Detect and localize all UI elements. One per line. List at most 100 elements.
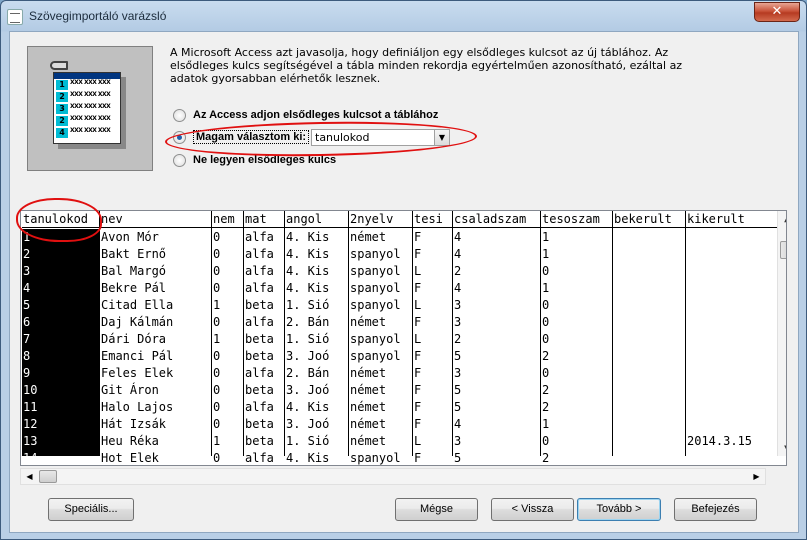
cancel-button[interactable]: Mégse <box>395 498 478 521</box>
grid-cell: 2 <box>23 247 31 261</box>
illustration-row-text: XXX XXX XXX <box>70 115 111 122</box>
grid-cell: L <box>414 332 422 346</box>
horizontal-scrollbar[interactable]: ◀ ▶ <box>20 468 766 485</box>
vertical-scroll-thumb[interactable] <box>780 241 786 259</box>
grid-cell: 5 <box>23 298 31 312</box>
grid-cell: F <box>414 230 422 244</box>
grid-cell: német <box>350 230 387 244</box>
scroll-right-icon[interactable]: ▶ <box>748 469 765 484</box>
grid-cell: Feles Elek <box>101 366 174 380</box>
primary-key-illustration: 1 XXX XXX XXX 2 XXX XXX XXX 3 XXX XXX XXX 2 XXX… <box>27 46 153 171</box>
illustration-row-text: XXX XXX XXX <box>70 91 111 98</box>
grid-cell <box>686 229 777 246</box>
grid-cell: 0 <box>542 298 550 312</box>
grid-cell: 0 <box>542 315 550 329</box>
grid-cell: 1 <box>542 417 550 431</box>
radio-no-pk[interactable] <box>173 153 186 167</box>
grid-cell: L <box>414 298 422 312</box>
grid-cell <box>686 246 777 263</box>
grid-cell: német <box>350 315 387 329</box>
column-header-tesi[interactable]: tesi <box>413 211 453 228</box>
column-header-nem[interactable]: nem <box>212 211 244 228</box>
column-header-tesoszam[interactable]: tesoszam <box>541 211 613 228</box>
grid-cell: 2 <box>542 400 550 414</box>
column-header-2nyelv[interactable]: 2nyelv <box>349 211 413 228</box>
grid-cell <box>686 399 777 416</box>
wizard-body: 1 XXX XXX XXX 2 XXX XXX XXX 3 XXX XXX XXX 2 XXX… <box>9 31 799 533</box>
annotation-ellipse-column <box>16 198 102 242</box>
grid-cell: 3. Joó <box>286 417 330 431</box>
grid-cell: Bal Margó <box>101 264 167 278</box>
data-preview-grid[interactable]: ▲ ▼ tanulokodnevnemmatangol2nyelvtesicsa… <box>20 210 787 466</box>
grid-cell: Emanci Pál <box>101 349 174 363</box>
illustration-row: 1 XXX XXX XXX <box>54 79 120 91</box>
grid-cell: F <box>414 247 422 261</box>
finish-button[interactable]: Befejezés <box>674 498 757 521</box>
grid-cell: 2014.3.15 <box>687 434 753 448</box>
grid-cell: 9 <box>23 366 31 380</box>
app-icon <box>7 9 23 25</box>
grid-cell: Bakt Ernő <box>101 247 167 261</box>
column-header-bekerult[interactable]: bekerult <box>613 211 686 228</box>
grid-cell: 4. Kis <box>286 230 330 244</box>
horizontal-scroll-thumb[interactable] <box>39 470 57 483</box>
grid-cell <box>613 331 686 348</box>
scroll-left-icon[interactable]: ◀ <box>21 469 38 484</box>
grid-cell: 3 <box>454 298 462 312</box>
grid-cell: F <box>414 400 422 414</box>
grid-cell: német <box>350 434 387 448</box>
grid-cell: 2. Bán <box>286 315 330 329</box>
grid-cell <box>613 263 686 280</box>
grid-cell <box>613 314 686 331</box>
column-header-csaladszam[interactable]: csaladszam <box>453 211 541 228</box>
illustration-row-text: XXX XXX XXX <box>70 103 111 110</box>
scroll-up-icon[interactable]: ▲ <box>778 211 786 228</box>
grid-cell: 1 <box>542 230 550 244</box>
grid-cell: 1 <box>213 332 221 346</box>
grid-cell: 2 <box>542 383 550 397</box>
grid-cell: F <box>414 349 422 363</box>
illustration-row: 2 XXX XXX XXX <box>54 91 120 103</box>
grid-cell: Daj Kálmán <box>101 315 174 329</box>
vertical-scrollbar[interactable]: ▲ ▼ <box>777 211 786 456</box>
grid-cell: 4 <box>23 281 31 295</box>
grid-cell: F <box>414 315 422 329</box>
close-button[interactable]: ✕ <box>754 2 800 22</box>
grid-cell: 4 <box>454 281 462 295</box>
column-header-kikerult[interactable]: kikerult <box>686 211 777 228</box>
grid-cell: 0 <box>542 332 550 346</box>
grid-cell: 12 <box>23 417 38 431</box>
grid-cell: 0 <box>542 264 550 278</box>
grid-cell <box>613 416 686 433</box>
grid-cell: 2 <box>454 264 462 278</box>
illustration-row-number: 2 <box>56 92 68 102</box>
grid-cell: Git Áron <box>101 383 159 397</box>
column-header-nev[interactable]: nev <box>100 211 212 228</box>
grid-cell <box>613 348 686 365</box>
grid-cell: 0 <box>213 230 221 244</box>
grid-cell: 3 <box>454 315 462 329</box>
illustration-row-number: 1 <box>56 80 68 90</box>
grid-cell: alfa <box>245 247 274 261</box>
grid-cell: beta <box>245 349 274 363</box>
grid-cell: spanyol <box>350 281 401 295</box>
back-button[interactable]: < Vissza <box>491 498 574 521</box>
grid-cell: L <box>414 434 422 448</box>
annotation-ellipse-option <box>164 119 478 159</box>
grid-cell: spanyol <box>350 451 401 465</box>
grid-cell: 0 <box>213 315 221 329</box>
column-header-angol[interactable]: angol <box>285 211 349 228</box>
next-button[interactable]: Tovább > <box>577 498 661 521</box>
grid-cell: német <box>350 417 387 431</box>
radio-access-pk[interactable] <box>173 108 186 122</box>
special-button[interactable]: Speciális... <box>48 498 134 521</box>
option-access-pk[interactable]: Az Access adjon elsődleges kulcsot a táb… <box>173 106 438 124</box>
grid-cell: 3. Joó <box>286 383 330 397</box>
illustration-row-number: 3 <box>56 104 68 114</box>
grid-cell: 5 <box>454 451 462 465</box>
column-header-mat[interactable]: mat <box>244 211 285 228</box>
grid-cell: 0 <box>213 400 221 414</box>
grid-cell: 0 <box>213 417 221 431</box>
scroll-down-icon[interactable]: ▼ <box>778 439 786 456</box>
grid-cell: alfa <box>245 281 274 295</box>
